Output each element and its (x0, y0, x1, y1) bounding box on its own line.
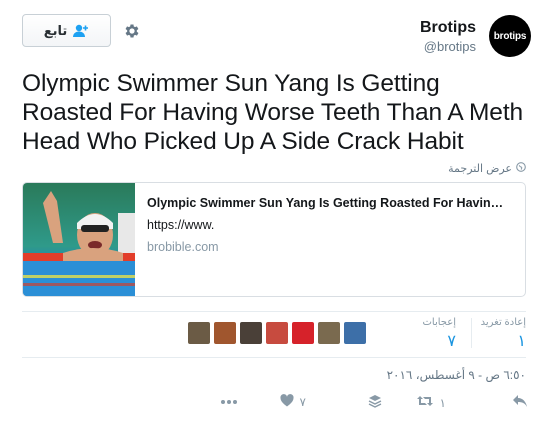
retweets-stat[interactable]: إعادة تغريد ١ (481, 317, 526, 351)
add-user-icon (71, 24, 89, 38)
layers-icon (368, 394, 382, 411)
likes-stat-label: إعجابات (422, 317, 457, 328)
translate-link[interactable]: عرض الترجمة (448, 162, 526, 175)
author-avatar[interactable]: brotips (489, 15, 531, 57)
stats-bottom-divider (22, 357, 526, 358)
likes-stat[interactable]: إعجابات ٧ (423, 317, 457, 351)
like-count: ٧ (299, 395, 306, 409)
retweet-icon (416, 394, 434, 411)
liker-avatar-7[interactable] (344, 322, 366, 344)
like-button[interactable]: ٧ (279, 394, 306, 410)
translate-label: عرض الترجمة (448, 163, 512, 175)
card-domain: brobible.com (147, 240, 219, 254)
liker-avatar-4[interactable] (266, 322, 288, 344)
gear-icon[interactable] (122, 21, 142, 41)
liker-avatar-1[interactable] (188, 322, 210, 344)
retweets-stat-value: ١ (517, 333, 526, 350)
tweet-text: Olympic Swimmer Sun Yang Is Getting Roas… (22, 70, 524, 155)
card-description: https://www. (147, 218, 215, 232)
card-body: Olympic Swimmer Sun Yang Is Getting Roas… (135, 183, 525, 296)
heart-icon (279, 394, 294, 410)
reply-button[interactable] (512, 394, 528, 411)
avatar-logo-text: brotips (493, 30, 527, 42)
moments-button[interactable] (368, 394, 382, 411)
stats-top-divider (22, 311, 526, 312)
follow-label: تابع (43, 22, 68, 38)
card-thumbnail (23, 183, 135, 296)
retweet-count: ١ (439, 395, 446, 410)
likes-stat-value: ٧ (447, 333, 456, 350)
tweet-timestamp[interactable]: ٦:٥٠ ص - ٩ أغسطس، ٢٠١٦ (387, 368, 526, 382)
reply-icon (512, 394, 528, 411)
follow-button[interactable]: تابع (22, 14, 111, 47)
likers-avatars (188, 322, 366, 344)
liker-avatar-2[interactable] (214, 322, 236, 344)
liker-avatar-3[interactable] (240, 322, 262, 344)
more-button[interactable] (220, 394, 238, 408)
globe-icon (516, 162, 526, 175)
stats-separator (471, 318, 472, 348)
card-title: Olympic Swimmer Sun Yang Is Getting Roas… (147, 196, 504, 210)
more-dots-icon (220, 394, 238, 408)
link-card[interactable]: Olympic Swimmer Sun Yang Is Getting Roas… (22, 182, 526, 297)
retweet-button[interactable]: ١ (416, 394, 446, 411)
retweets-stat-label: إعادة تغريد (480, 317, 526, 328)
liker-avatar-5[interactable] (292, 322, 314, 344)
author-name[interactable]: Brotips (420, 19, 476, 37)
liker-avatar-6[interactable] (318, 322, 340, 344)
author-handle[interactable]: @brotips (424, 39, 476, 54)
